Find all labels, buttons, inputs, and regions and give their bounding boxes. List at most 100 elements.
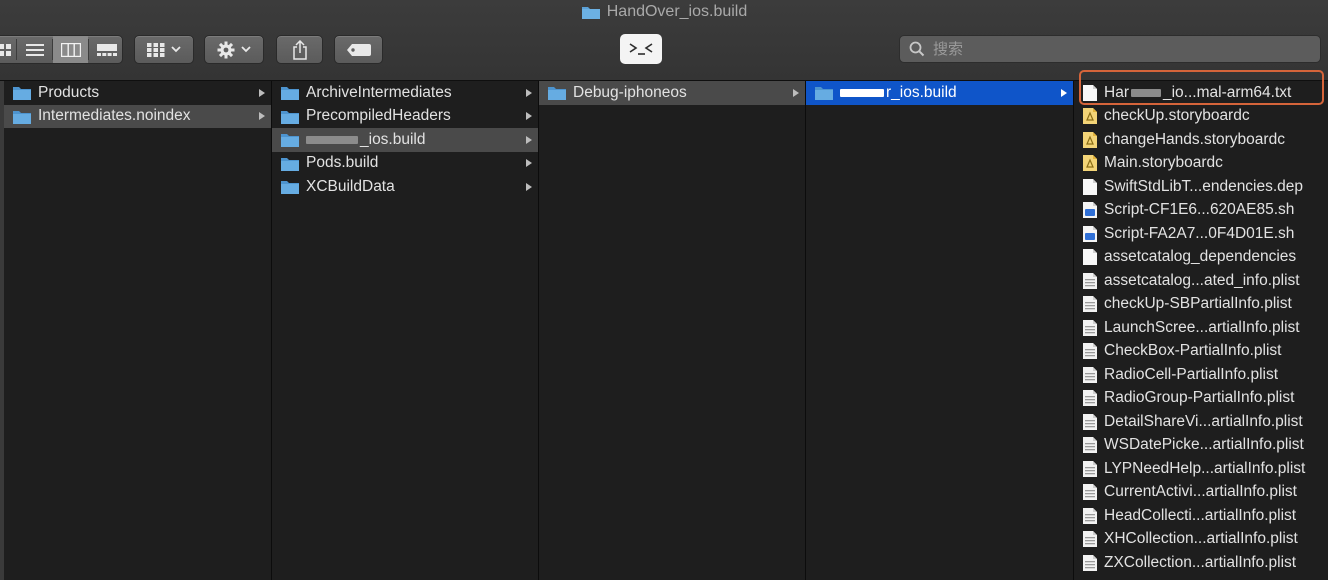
item-label: XCBuildData — [306, 177, 395, 195]
browser-column-5[interactable]: Har _io...mal-arm64.txt checkUp.storyboard… — [1074, 81, 1328, 580]
item-label: checkUp.storyboardc — [1104, 107, 1250, 125]
file-item[interactable]: ZXCollection...artialInfo.plist — [1074, 551, 1328, 575]
item-label: Script-FA2A7...0F4D01E.sh — [1104, 224, 1295, 242]
plist-file-icon — [1082, 436, 1098, 454]
redacted-text — [1130, 88, 1161, 97]
item-label: ZXCollection...artialInfo.plist — [1104, 553, 1297, 571]
folder-icon — [547, 84, 567, 101]
plist-file-icon — [1082, 319, 1098, 337]
file-item[interactable]: HeadCollecti...artialInfo.plist — [1074, 504, 1328, 528]
storyboard-file-icon — [1082, 131, 1098, 149]
plist-file-icon — [1082, 460, 1098, 478]
list-view-button[interactable] — [17, 36, 52, 63]
item-label: Intermediates.noindex — [38, 107, 191, 125]
file-item[interactable]: Script-FA2A7...0F4D01E.sh — [1074, 222, 1328, 246]
text-file-icon — [1082, 84, 1098, 102]
file-item[interactable]: Har _io...mal-arm64.txt — [1074, 81, 1328, 105]
item-label: Script-CF1E6...620AE85.sh — [1104, 201, 1295, 219]
file-item[interactable]: CurrentActivi...artialInfo.plist — [1074, 481, 1328, 505]
toolbar: HandOver_ios.build — [0, 0, 1328, 81]
view-mode-control[interactable] — [0, 35, 123, 64]
folder-item[interactable]: _ios.build — [272, 128, 538, 152]
browser-column-4[interactable]: r_ios.build — [806, 81, 1074, 580]
file-item[interactable]: RadioGroup-PartialInfo.plist — [1074, 387, 1328, 411]
folder-item[interactable]: r_ios.build — [806, 81, 1073, 105]
item-label: CheckBox-PartialInfo.plist — [1104, 342, 1282, 360]
item-label-text: Har — [1104, 83, 1129, 101]
browser-column-3[interactable]: Debug-iphoneos — [539, 81, 806, 580]
file-item[interactable]: assetcatalog...ated_info.plist — [1074, 269, 1328, 293]
file-item[interactable]: SwiftStdLibT...endencies.dep — [1074, 175, 1328, 199]
document-icon — [1082, 178, 1098, 196]
file-item[interactable]: checkUp.storyboardc — [1074, 105, 1328, 129]
browser-column-1[interactable]: Products Intermediates.noindex — [4, 81, 272, 580]
disclosure-arrow-icon — [526, 159, 532, 168]
group-by-button[interactable] — [134, 35, 194, 64]
terminal-button[interactable] — [620, 34, 662, 64]
column-view-button[interactable] — [53, 36, 88, 63]
file-item[interactable]: CheckBox-PartialInfo.plist — [1074, 340, 1328, 364]
folder-item[interactable]: Products — [4, 81, 271, 105]
file-item[interactable]: assetcatalog_dependencies — [1074, 246, 1328, 270]
icon-view-icon — [0, 43, 11, 56]
plist-file-icon — [1082, 295, 1098, 313]
folder-item[interactable]: Pods.build — [272, 152, 538, 176]
file-item[interactable]: XHCollection...artialInfo.plist — [1074, 528, 1328, 552]
file-item[interactable]: LaunchScree...artialInfo.plist — [1074, 316, 1328, 340]
redacted-text — [306, 135, 358, 144]
redacted-text — [840, 88, 884, 97]
disclosure-arrow-icon — [526, 112, 532, 121]
plist-file-icon — [1082, 272, 1098, 290]
tag-icon — [346, 43, 371, 56]
folder-item[interactable]: PrecompiledHeaders — [272, 105, 538, 129]
folder-item[interactable]: ArchiveIntermediates — [272, 81, 538, 105]
disclosure-arrow-icon — [526, 88, 532, 97]
file-item[interactable]: checkUp-SBPartialInfo.plist — [1074, 293, 1328, 317]
file-item[interactable]: changeHands.storyboardc — [1074, 128, 1328, 152]
plist-file-icon — [1082, 483, 1098, 501]
chevron-down-icon — [171, 46, 181, 53]
plist-file-icon — [1082, 413, 1098, 431]
storyboard-file-icon — [1082, 154, 1098, 172]
window-title-text: HandOver_ios.build — [606, 3, 748, 20]
folder-item[interactable]: XCBuildData — [272, 175, 538, 199]
disclosure-arrow-icon — [793, 88, 799, 97]
item-label: WSDatePicke...artialInfo.plist — [1104, 436, 1304, 454]
plist-file-icon — [1082, 554, 1098, 572]
file-item[interactable]: Main.storyboardc — [1074, 152, 1328, 176]
item-label: XHCollection...artialInfo.plist — [1104, 530, 1298, 548]
item-label: RadioCell-PartialInfo.plist — [1104, 365, 1279, 383]
search-field[interactable] — [899, 35, 1321, 63]
list-view-icon — [25, 43, 44, 56]
window-title: HandOver_ios.build — [0, 2, 1328, 22]
file-item[interactable]: LYPNeedHelp...artialInfo.plist — [1074, 457, 1328, 481]
folder-item[interactable]: Intermediates.noindex — [4, 104, 271, 128]
plist-file-icon — [1082, 507, 1098, 525]
file-item[interactable]: DetailShareVi...artialInfo.plist — [1074, 410, 1328, 434]
share-icon — [292, 39, 307, 60]
action-button[interactable] — [204, 35, 264, 64]
share-button[interactable] — [276, 35, 323, 64]
file-item[interactable]: Script-CF1E6...620AE85.sh — [1074, 199, 1328, 223]
item-label-text: r_ios.build — [886, 83, 957, 101]
file-item[interactable]: WSDatePicke...artialInfo.plist — [1074, 434, 1328, 458]
tag-button[interactable] — [334, 35, 383, 64]
disclosure-arrow-icon — [259, 112, 265, 121]
search-input[interactable] — [931, 39, 1320, 59]
disclosure-arrow-icon — [526, 182, 532, 191]
item-label: RadioGroup-PartialInfo.plist — [1104, 389, 1295, 407]
plist-file-icon — [1082, 389, 1098, 407]
icon-view-button[interactable] — [0, 36, 16, 63]
item-label-suffix: _io...mal-arm64.txt — [1162, 83, 1292, 101]
gallery-view-button[interactable] — [89, 36, 124, 63]
item-label: Pods.build — [306, 154, 379, 172]
item-label: LaunchScree...artialInfo.plist — [1104, 318, 1300, 336]
folder-icon — [280, 84, 300, 101]
plist-file-icon — [1082, 342, 1098, 360]
folder-item[interactable]: Debug-iphoneos — [539, 81, 805, 105]
item-label: r_ios.build — [840, 84, 1073, 102]
browser-column-2[interactable]: ArchiveIntermediates PrecompiledHeaders _i… — [272, 81, 539, 580]
column-browser: Products Intermediates.noindex ArchiveInt… — [0, 81, 1328, 580]
folder-icon — [12, 84, 32, 101]
file-item[interactable]: RadioCell-PartialInfo.plist — [1074, 363, 1328, 387]
